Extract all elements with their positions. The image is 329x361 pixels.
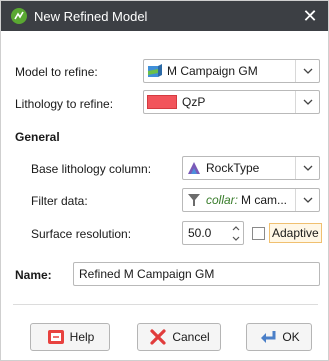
cancel-button-label: Cancel — [172, 330, 210, 344]
filter-data-combo[interactable]: collar: M cam... — [182, 188, 320, 212]
model-to-refine-value: M Campaign GM — [167, 64, 258, 78]
cancel-icon — [150, 329, 166, 345]
geological-model-icon — [148, 64, 162, 77]
app-logo-icon — [11, 8, 27, 24]
lithology-color-swatch — [147, 95, 177, 109]
spin-down-icon[interactable] — [230, 233, 242, 243]
filter-source-name: collar: — [206, 193, 239, 207]
lithology-to-refine-value: QzP — [182, 95, 206, 109]
adaptive-label[interactable]: Adaptive — [269, 223, 322, 243]
new-refined-model-dialog: New Refined Model ✕ Model to refine: M C… — [0, 0, 329, 361]
lithology-to-refine-label: Lithology to refine: — [15, 97, 114, 111]
chevron-down-icon[interactable] — [295, 91, 319, 113]
surface-resolution-label: Surface resolution: — [31, 227, 132, 241]
model-to-refine-label: Model to refine: — [15, 65, 98, 79]
name-input[interactable]: Refined M Campaign GM — [73, 262, 320, 286]
filter-data-label: Filter data: — [31, 194, 88, 208]
filter-data-value: M cam... — [241, 193, 288, 207]
chevron-down-icon[interactable] — [295, 60, 319, 82]
help-icon — [47, 330, 64, 344]
surface-resolution-value: 50.0 — [188, 226, 212, 240]
base-lithology-column-value: RockType — [206, 161, 260, 175]
help-button[interactable]: Help — [30, 323, 110, 351]
help-button-label: Help — [69, 330, 95, 344]
general-section-title: General — [15, 130, 60, 144]
close-icon[interactable]: ✕ — [300, 6, 320, 26]
surface-resolution-spinbox[interactable]: 50.0 — [182, 221, 244, 245]
dialog-title: New Refined Model — [34, 9, 148, 24]
model-to-refine-combo[interactable]: M Campaign GM — [143, 59, 320, 83]
category-column-icon — [188, 162, 200, 174]
ok-button[interactable]: OK — [246, 323, 312, 351]
spin-up-icon[interactable] — [230, 223, 242, 233]
ok-enter-icon — [261, 331, 276, 343]
name-label: Name: — [15, 268, 52, 282]
filter-icon — [188, 194, 200, 206]
chevron-down-icon[interactable] — [295, 189, 319, 211]
ok-button-label: OK — [282, 330, 300, 344]
adaptive-checkbox[interactable] — [252, 226, 265, 240]
cancel-button[interactable]: Cancel — [137, 323, 221, 351]
base-lithology-column-label: Base lithology column: — [31, 162, 152, 176]
base-lithology-column-combo[interactable]: RockType — [182, 156, 320, 180]
lithology-to-refine-combo[interactable]: QzP — [143, 90, 320, 114]
footer-divider — [13, 304, 318, 305]
adaptive-checkbox-group[interactable]: Adaptive — [252, 222, 322, 244]
chevron-down-icon[interactable] — [295, 157, 319, 179]
title-bar: New Refined Model ✕ — [1, 1, 328, 31]
